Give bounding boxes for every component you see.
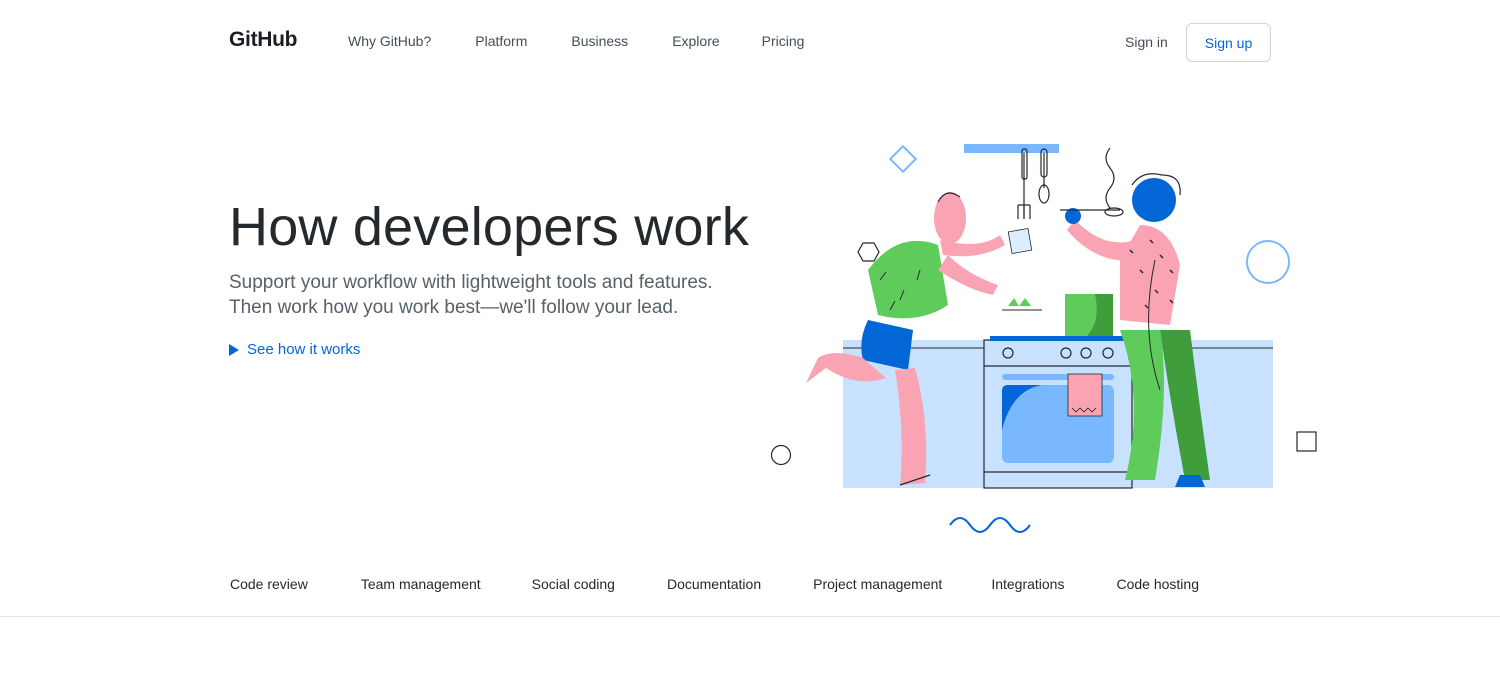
sign-up-button[interactable]: Sign up (1186, 23, 1271, 62)
hero-subtitle: Support your workflow with lightweight t… (229, 270, 789, 320)
hero-subtitle-line: Support your workflow with lightweight t… (229, 272, 713, 293)
play-icon (229, 343, 239, 356)
tab-code-review[interactable]: Code review (230, 576, 308, 592)
nav-explore[interactable]: Explore (672, 33, 719, 49)
section-divider (0, 616, 1500, 617)
main-nav: Why GitHub? Platform Business Explore Pr… (348, 33, 848, 49)
large-circle-shape (1246, 240, 1290, 284)
cta-label: See how it works (247, 341, 361, 358)
wave-shape (949, 517, 1031, 533)
tab-social-coding[interactable]: Social coding (532, 576, 615, 592)
see-how-it-works-link[interactable]: See how it works (229, 341, 360, 358)
feature-tabs: Code review Team management Social codin… (230, 576, 1199, 592)
diamond-shape (888, 144, 918, 174)
hero-title: How developers work (229, 197, 750, 257)
hexagon-shape (857, 242, 880, 262)
square-shape (1296, 431, 1317, 452)
nav-why-github[interactable]: Why GitHub? (348, 33, 431, 49)
github-logo[interactable]: GitHub (229, 28, 297, 52)
nav-platform[interactable]: Platform (475, 33, 527, 49)
tab-code-hosting[interactable]: Code hosting (1116, 576, 1199, 592)
nav-business[interactable]: Business (571, 33, 628, 49)
nav-pricing[interactable]: Pricing (762, 33, 805, 49)
kitchen-illustration (770, 144, 1317, 533)
tab-integrations[interactable]: Integrations (991, 576, 1064, 592)
sign-in-link[interactable]: Sign in (1125, 34, 1168, 50)
tab-team-management[interactable]: Team management (361, 576, 481, 592)
small-circle-shape (770, 444, 792, 466)
tab-project-management[interactable]: Project management (813, 576, 942, 592)
site-header: GitHub Why GitHub? Platform Business Exp… (0, 0, 1500, 84)
tab-documentation[interactable]: Documentation (667, 576, 761, 592)
hero-subtitle-line: Then work how you work best—we'll follow… (229, 297, 679, 318)
